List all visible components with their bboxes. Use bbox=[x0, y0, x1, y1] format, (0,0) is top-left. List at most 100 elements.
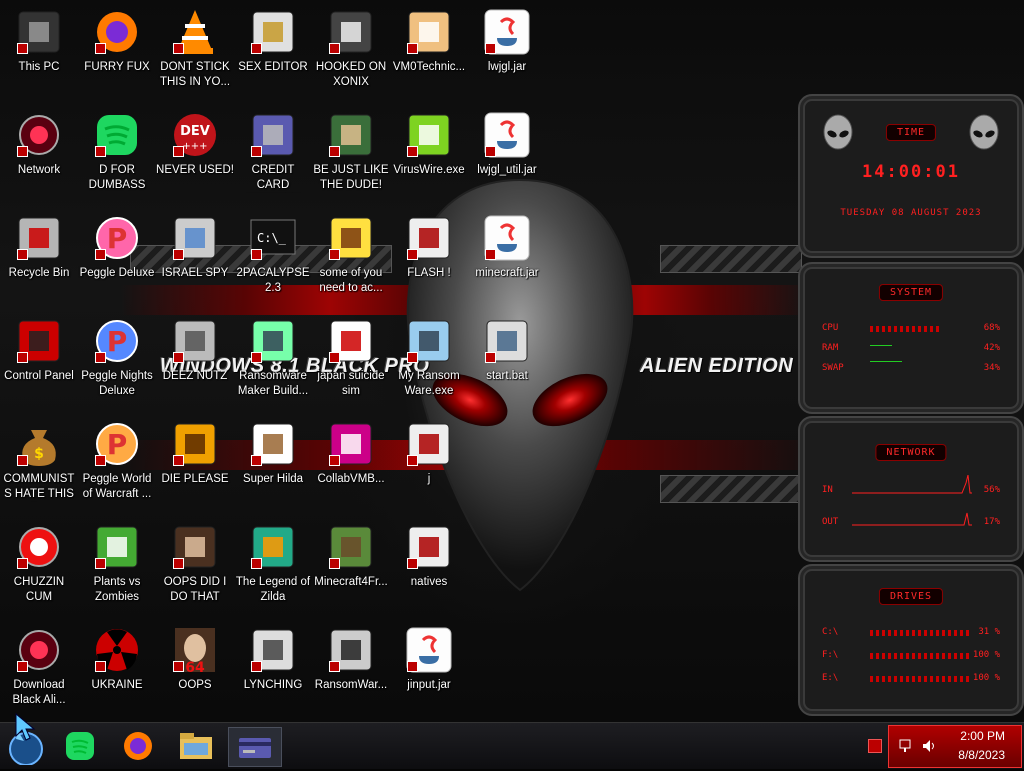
network-out-value: 17% bbox=[983, 517, 1000, 527]
shortcut-arrow-icon bbox=[485, 43, 496, 54]
desktop-icon-label: UKRAINE bbox=[91, 679, 143, 691]
desktop-icon[interactable]: UKRAINE bbox=[78, 626, 156, 693]
taskbar-credit-card-button[interactable] bbox=[228, 727, 282, 767]
desktop-icon[interactable]: Super Hilda bbox=[234, 420, 312, 487]
shortcut-arrow-icon bbox=[173, 661, 184, 672]
folder-icon bbox=[405, 523, 453, 571]
desktop-icon-label: My Ransom Ware.exe bbox=[398, 370, 460, 397]
taskbar-clock-date[interactable]: 8/8/2023 bbox=[958, 748, 1005, 762]
desktop-icon[interactable]: D FOR DUMBASS bbox=[78, 111, 156, 193]
java-jar-icon bbox=[405, 626, 453, 674]
desktop-icon[interactable]: LYNCHING bbox=[234, 626, 312, 693]
desktop-icon[interactable]: start.bat bbox=[468, 317, 546, 384]
network-in-graph bbox=[852, 475, 972, 494]
desktop-icon-label: some of you need to ac... bbox=[319, 267, 383, 294]
desktop-icon-label: The Legend of Zilda bbox=[235, 576, 311, 603]
network-out-row: OUT 17% bbox=[822, 512, 1000, 531]
desktop-icon-label: D FOR DUMBASS bbox=[88, 164, 146, 191]
desktop-icon[interactable]: VM0Technic... bbox=[390, 8, 468, 75]
desktop-icon[interactable]: Download Black Ali... bbox=[0, 626, 78, 708]
shortcut-arrow-icon bbox=[329, 43, 340, 54]
shortcut-arrow-icon bbox=[95, 43, 106, 54]
money-bag-icon: $ bbox=[15, 420, 63, 468]
desktop-icon-label: Minecraft4Fr... bbox=[314, 576, 388, 588]
desktop-icon[interactable]: japan suicide sim bbox=[312, 317, 390, 399]
swap-label: SWAP bbox=[822, 363, 844, 373]
desktop-icon[interactable]: BE JUST LIKE THE DUDE! bbox=[312, 111, 390, 193]
shortcut-arrow-icon bbox=[485, 146, 496, 157]
svg-text:C:\_: C:\_ bbox=[257, 231, 287, 245]
desktop-icon[interactable]: lwjgl.jar bbox=[468, 8, 546, 75]
shortcut-arrow-icon bbox=[95, 249, 106, 260]
desktop-icon[interactable]: lwjgl_util.jar bbox=[468, 111, 546, 178]
desktop-icon[interactable]: Network bbox=[0, 111, 78, 178]
desktop-icon-label: minecraft.jar bbox=[475, 267, 539, 279]
desktop-icon[interactable]: Control Panel bbox=[0, 317, 78, 384]
desktop-icon[interactable]: DEV +++ NEVER USED! bbox=[156, 111, 234, 178]
desktop-icon[interactable]: FURRY FUX bbox=[78, 8, 156, 75]
taskbar-firefox-button[interactable] bbox=[116, 727, 160, 765]
desktop-icon[interactable]: Minecraft4Fr... bbox=[312, 523, 390, 590]
desktop-icon[interactable]: Ransomware Maker Build... bbox=[234, 317, 312, 399]
desktop-icon-label: start.bat bbox=[486, 370, 528, 382]
desktop-icon[interactable]: $ COMMUNISTS HATE THIS G... bbox=[0, 420, 78, 502]
volume-icon[interactable] bbox=[921, 738, 937, 754]
shortcut-arrow-icon bbox=[17, 558, 28, 569]
taskbar-file-explorer-button[interactable] bbox=[174, 727, 218, 765]
desktop-icon[interactable]: The Legend of Zilda bbox=[234, 523, 312, 605]
desktop-icon[interactable]: HOOKED ON XONIX bbox=[312, 8, 390, 90]
taskbar-clock-time[interactable]: 2:00 PM bbox=[960, 729, 1005, 743]
desktop-icon[interactable]: DONT STICK THIS IN YO... bbox=[156, 8, 234, 90]
taskbar-spotify-button[interactable] bbox=[58, 727, 102, 765]
shortcut-arrow-icon bbox=[251, 352, 262, 363]
desktop-icon-label: Super Hilda bbox=[242, 473, 304, 485]
shortcut-arrow-icon bbox=[95, 661, 106, 672]
hxd-editor-icon bbox=[249, 8, 297, 56]
desktop-icon[interactable]: P Peggle Nights Deluxe bbox=[78, 317, 156, 399]
desktop-icon[interactable]: C:\_ 2PACALYPSE 2.3 bbox=[234, 214, 312, 296]
desktop-icon[interactable]: VirusWire.exe bbox=[390, 111, 468, 178]
desktop-icon[interactable]: Plants vs Zombies bbox=[78, 523, 156, 605]
desktop-icon-label: lwjgl.jar bbox=[487, 61, 527, 73]
desktop-icon[interactable]: FLASH ! bbox=[390, 214, 468, 281]
desktop-icon-label: Download Black Ali... bbox=[12, 679, 66, 706]
time-widget-title: TIME bbox=[885, 124, 937, 141]
desktop-icon[interactable]: Recycle Bin bbox=[0, 214, 78, 281]
flash-icon bbox=[405, 214, 453, 262]
shortcut-arrow-icon bbox=[17, 455, 28, 466]
desktop-icon[interactable]: ISRAEL SPY bbox=[156, 214, 234, 281]
desktop-icon[interactable]: 64 OOPS bbox=[156, 626, 234, 693]
swap-row: SWAP 34% bbox=[822, 361, 1000, 377]
desktop-icon[interactable]: j bbox=[390, 420, 468, 487]
alien-logo-icon bbox=[969, 114, 999, 150]
desktop-icon[interactable]: CHUZZIN CUM bbox=[0, 523, 78, 605]
desktop-icon-label: Control Panel bbox=[4, 370, 74, 382]
shortcut-arrow-icon bbox=[17, 352, 28, 363]
tray-overflow-icon[interactable] bbox=[868, 739, 882, 753]
desktop-icon[interactable]: DIE PLEASE bbox=[156, 420, 234, 487]
desktop-icon[interactable]: CollabVMB... bbox=[312, 420, 390, 487]
network-tray-icon[interactable] bbox=[899, 738, 915, 754]
desktop-icon[interactable]: This PC bbox=[0, 8, 78, 75]
desktop-icon[interactable]: natives bbox=[390, 523, 468, 590]
shortcut-arrow-icon bbox=[329, 352, 340, 363]
portrait-icon: 64 bbox=[171, 626, 219, 676]
desktop-icon[interactable]: minecraft.jar bbox=[468, 214, 546, 281]
desktop-icon[interactable]: OOPS DID I DO THAT bbox=[156, 523, 234, 605]
desktop-icon[interactable]: My Ransom Ware.exe bbox=[390, 317, 468, 399]
collabvm-icon bbox=[327, 420, 375, 468]
shortcut-arrow-icon bbox=[173, 558, 184, 569]
desktop-icon[interactable]: DEEZ NUTZ bbox=[156, 317, 234, 384]
desktop-icon[interactable]: P Peggle Deluxe bbox=[78, 214, 156, 281]
network-in-value: 56% bbox=[983, 485, 1000, 495]
desktop-icon[interactable]: P Peggle World of Warcraft ... bbox=[78, 420, 156, 502]
drive-f-label: F:\ bbox=[822, 650, 839, 660]
folder-stack-icon bbox=[171, 317, 219, 365]
alien-logo-icon bbox=[823, 114, 853, 150]
batch-file-icon bbox=[483, 317, 531, 365]
desktop-icon[interactable]: CREDIT CARD CHECKER bbox=[234, 111, 312, 193]
desktop-icon[interactable]: RansomWar... bbox=[312, 626, 390, 693]
desktop-icon[interactable]: some of you need to ac... bbox=[312, 214, 390, 296]
desktop-icon[interactable]: SEX EDITOR bbox=[234, 8, 312, 75]
desktop-icon[interactable]: jinput.jar bbox=[390, 626, 468, 693]
